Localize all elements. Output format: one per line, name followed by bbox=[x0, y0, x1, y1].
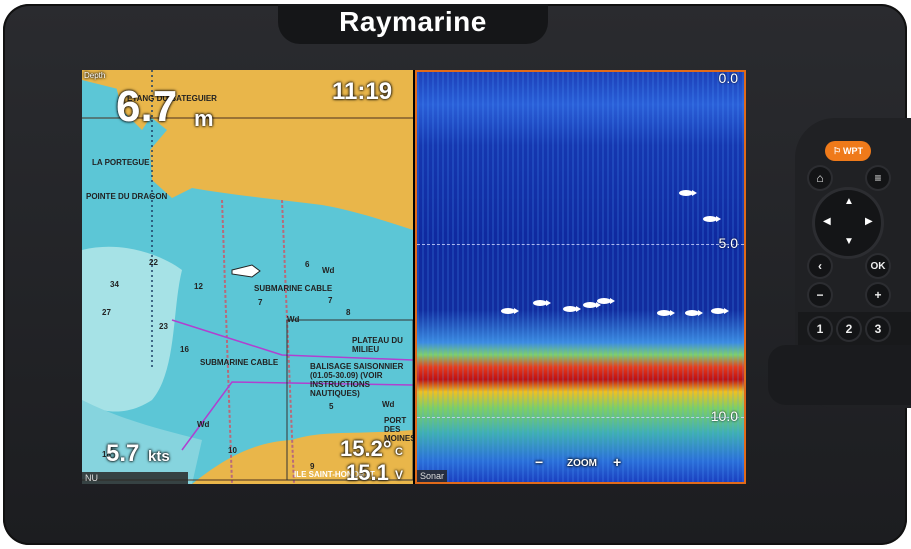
sounding: 6 bbox=[305, 260, 310, 269]
depth-unit: m bbox=[194, 106, 214, 131]
depth-scale-label: 5.0 bbox=[718, 235, 738, 251]
fish-icon bbox=[657, 310, 675, 316]
depth-scale-label: 0.0 bbox=[718, 70, 738, 86]
sounding: 7 bbox=[328, 296, 333, 305]
place-name: BALISAGE SAISONNIER (01.05-30.09) (VOIR … bbox=[310, 362, 404, 398]
fish-icon bbox=[703, 216, 721, 222]
time-display: 11:19 bbox=[332, 78, 393, 105]
arrow-left-icon[interactable]: ◀ bbox=[823, 216, 831, 227]
flag-icon: ⚐ bbox=[832, 145, 842, 156]
nautical-chart-map bbox=[82, 70, 413, 484]
fish-icon bbox=[679, 190, 697, 196]
fish-icon bbox=[583, 302, 601, 308]
sonar-pane[interactable]: 0.0 5.0 10.0 − ZOOM + Sonar bbox=[415, 70, 746, 484]
home-button[interactable]: ⌂ bbox=[809, 167, 831, 189]
chart-pane-tag: NU bbox=[82, 472, 188, 484]
menu-button[interactable]: ≡ bbox=[867, 167, 889, 189]
depth-gridline bbox=[417, 417, 744, 418]
shortcut-2-button[interactable]: 2 bbox=[838, 318, 860, 340]
directional-pad[interactable]: ▲ ▼ ◀ ▶ bbox=[815, 190, 881, 256]
chevron-left-icon: ‹ bbox=[818, 259, 822, 273]
shortcut-1-button[interactable]: 1 bbox=[809, 318, 831, 340]
fish-icon bbox=[563, 306, 581, 312]
fish-icon bbox=[685, 310, 703, 316]
home-icon: ⌂ bbox=[816, 171, 824, 185]
voltage-unit: V bbox=[395, 468, 404, 482]
display-screen: ETANG DU BATEGUIER LA PORTEGUE POINTE DU… bbox=[82, 70, 746, 484]
fish-icon bbox=[711, 308, 729, 314]
ok-button[interactable]: OK bbox=[867, 255, 889, 277]
shortcut-3-button[interactable]: 3 bbox=[867, 318, 889, 340]
fish-icon bbox=[533, 300, 551, 306]
sounding: 9 bbox=[310, 462, 315, 471]
range-out-button[interactable]: − bbox=[809, 284, 831, 306]
place-name: PLATEAU DU MILIEU bbox=[352, 336, 403, 354]
sounding: 34 bbox=[110, 280, 119, 289]
chart-pane[interactable]: ETANG DU BATEGUIER LA PORTEGUE POINTE DU… bbox=[82, 70, 413, 484]
back-button[interactable]: ‹ bbox=[809, 255, 831, 277]
arrow-down-icon[interactable]: ▼ bbox=[844, 236, 854, 247]
arrow-up-icon[interactable]: ▲ bbox=[844, 196, 854, 207]
sounding: 10 bbox=[228, 446, 237, 455]
chart-label: Wd bbox=[382, 400, 395, 409]
zoom-in-button[interactable]: + bbox=[613, 454, 621, 470]
sounding: 16 bbox=[180, 345, 189, 354]
range-in-button[interactable]: + bbox=[867, 284, 889, 306]
speed-value: 5.7 bbox=[106, 440, 140, 467]
sounding: 5 bbox=[329, 402, 334, 411]
chart-label: Wd bbox=[322, 266, 335, 275]
sounding: 8 bbox=[346, 308, 351, 317]
water-temp-unit: C bbox=[395, 446, 403, 458]
speed-unit: kts bbox=[148, 448, 170, 465]
arrow-right-icon[interactable]: ▶ bbox=[865, 216, 873, 227]
chart-label: Wd bbox=[197, 420, 210, 429]
sounding: 22 bbox=[149, 258, 158, 267]
side-grip bbox=[768, 345, 911, 405]
depth-value: 6.7 bbox=[116, 82, 178, 131]
place-name: SUBMARINE CABLE bbox=[200, 358, 279, 367]
sounding: 12 bbox=[194, 282, 203, 291]
waypoint-button[interactable]: ⚐ WPT bbox=[825, 141, 871, 161]
zoom-out-button[interactable]: − bbox=[535, 454, 543, 470]
sounding: 27 bbox=[102, 308, 111, 317]
zoom-label: ZOOM bbox=[567, 458, 597, 469]
menu-icon: ≡ bbox=[874, 171, 882, 185]
sounding: 7 bbox=[258, 298, 263, 307]
fish-icon bbox=[501, 308, 519, 314]
fish-icon bbox=[597, 298, 615, 304]
place-name: SUBMARINE CABLE bbox=[254, 284, 333, 293]
chart-label: Wd bbox=[287, 315, 300, 324]
waypoint-label: WPT bbox=[843, 146, 864, 156]
place-name: LA PORTEGUE bbox=[92, 158, 150, 167]
sonar-echo-texture bbox=[417, 72, 744, 482]
sonar-pane-tag: Sonar bbox=[417, 470, 448, 482]
sounding: 23 bbox=[159, 322, 168, 331]
depth-gridline bbox=[417, 244, 744, 245]
depth-label: Depth bbox=[84, 71, 106, 80]
water-temp-value: 15.2° bbox=[340, 436, 392, 461]
voltage-value: 15.1 bbox=[346, 460, 389, 484]
brand-logo: Raymarine bbox=[339, 6, 487, 37]
place-name: POINTE DU DRAGON bbox=[86, 192, 168, 201]
depth-scale-label: 10.0 bbox=[710, 408, 738, 424]
